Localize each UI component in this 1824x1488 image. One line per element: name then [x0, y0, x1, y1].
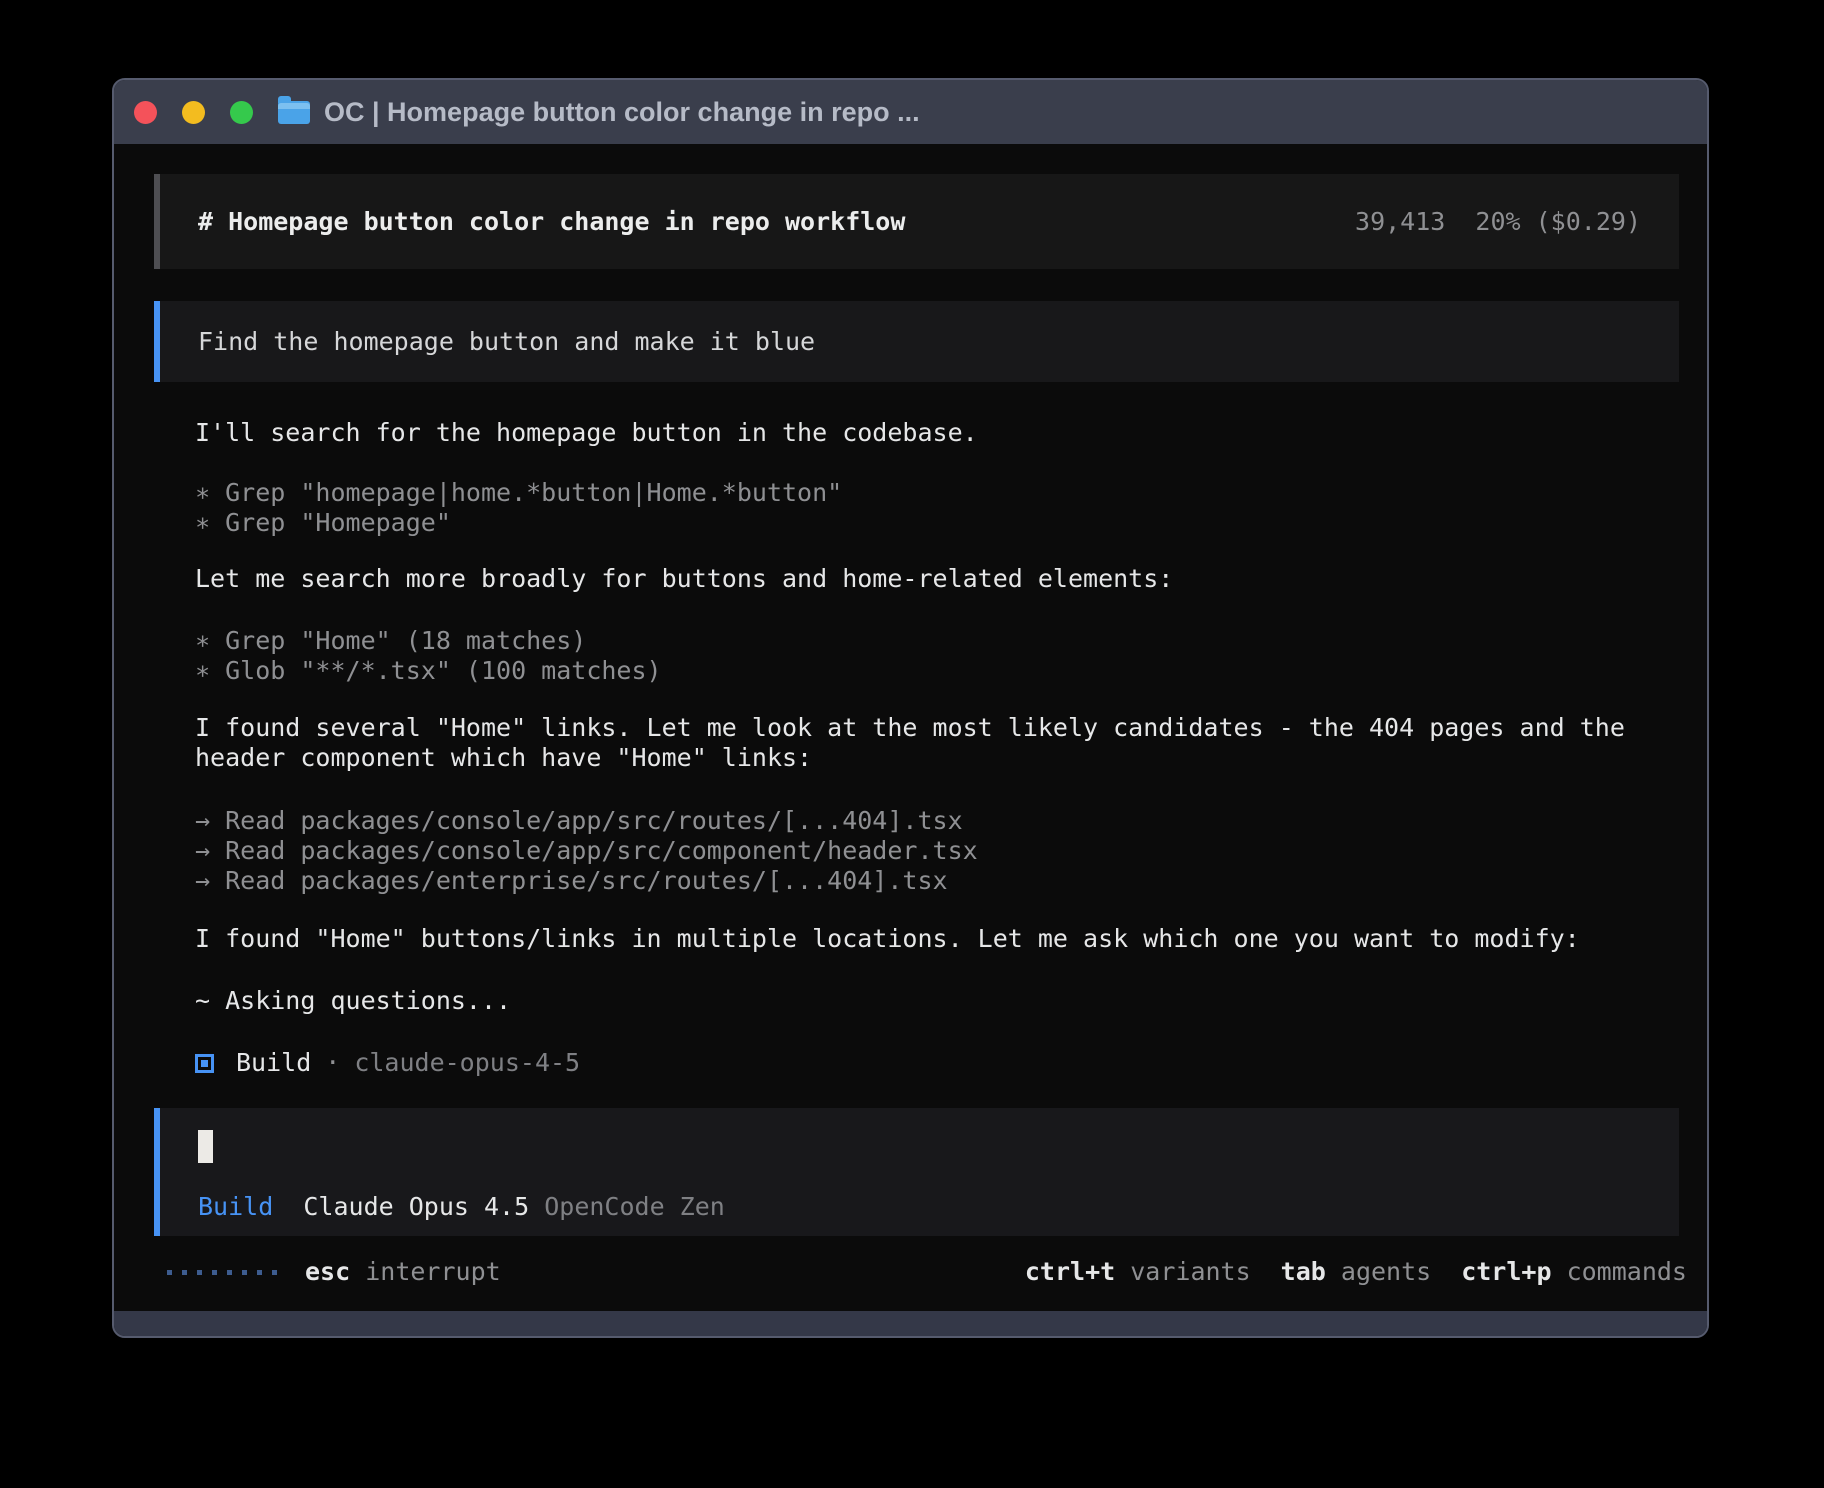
user-message-text: Find the homepage button and make it blu… — [198, 327, 815, 357]
tool-call-line: → Read packages/enterprise/src/routes/[.… — [195, 866, 948, 896]
tool-call-line: → Read packages/console/app/src/componen… — [195, 836, 978, 866]
dot-separator: · — [325, 1048, 340, 1078]
minimize-button[interactable] — [182, 101, 205, 124]
hint-variants: ctrl+t variants — [1025, 1257, 1251, 1287]
window-title-group: OC | Homepage button color change in rep… — [278, 80, 920, 144]
folder-icon — [278, 101, 310, 124]
tool-call-line: → Read packages/console/app/src/routes/[… — [195, 806, 963, 836]
tool-call-line: ∗ Grep "Homepage" — [195, 508, 451, 538]
close-button[interactable] — [134, 101, 157, 124]
transcript-line: I'll search for the homepage button in t… — [195, 418, 978, 448]
transcript-line: Let me search more broadly for buttons a… — [195, 564, 1173, 594]
agent-name: Build — [236, 1048, 311, 1078]
window-titlebar[interactable]: OC | Homepage button color change in rep… — [114, 80, 1707, 144]
input-agent-label[interactable]: Build — [198, 1192, 273, 1221]
zoom-button[interactable] — [230, 101, 253, 124]
user-message-block: Find the homepage button and make it blu… — [154, 301, 1679, 382]
tool-call-line: ∗ Glob "**/*.tsx" (100 matches) — [195, 656, 662, 686]
text-cursor — [198, 1130, 213, 1163]
input-provider-label: OpenCode Zen — [544, 1192, 725, 1221]
hint-interrupt: esc interrupt — [305, 1257, 501, 1287]
agent-build-icon — [195, 1054, 214, 1073]
spinner-dots-icon — [167, 1270, 277, 1275]
status-line: ~ Asking questions... — [195, 986, 511, 1016]
terminal-window: OC | Homepage button color change in rep… — [112, 78, 1709, 1338]
input-footer: Build Claude Opus 4.5 OpenCode Zen — [198, 1192, 725, 1222]
transcript-line: header component which have "Home" links… — [195, 743, 812, 773]
hint-commands: ctrl+p commands — [1461, 1257, 1687, 1287]
window-bottom-strip — [114, 1311, 1707, 1336]
status-bar: esc interrupt ctrl+t variants tab agents… — [167, 1257, 1687, 1287]
terminal-content: # Homepage button color change in repo w… — [114, 144, 1707, 1311]
session-header: # Homepage button color change in repo w… — [154, 174, 1679, 269]
transcript-line: I found "Home" buttons/links in multiple… — [195, 924, 1580, 954]
agent-task-row: Build · claude-opus-4-5 — [195, 1048, 580, 1078]
prompt-input[interactable]: Build Claude Opus 4.5 OpenCode Zen — [154, 1108, 1679, 1236]
hint-agents: tab agents — [1281, 1257, 1432, 1287]
session-stats: 39,413 20% ($0.29) — [1355, 207, 1641, 237]
tool-call-line: ∗ Grep "Home" (18 matches) — [195, 626, 586, 656]
tool-call-line: ∗ Grep "homepage|home.*button|Home.*butt… — [195, 478, 842, 508]
input-model-label[interactable]: Claude Opus 4.5 — [303, 1192, 529, 1221]
traffic-lights — [134, 101, 253, 124]
agent-model: claude-opus-4-5 — [354, 1048, 580, 1078]
transcript-line: I found several "Home" links. Let me loo… — [195, 713, 1625, 743]
status-left: esc interrupt — [167, 1257, 501, 1287]
status-right: ctrl+t variants tab agents ctrl+p comman… — [1025, 1257, 1687, 1287]
window-title: OC | Homepage button color change in rep… — [324, 97, 920, 128]
session-title: # Homepage button color change in repo w… — [198, 207, 905, 237]
